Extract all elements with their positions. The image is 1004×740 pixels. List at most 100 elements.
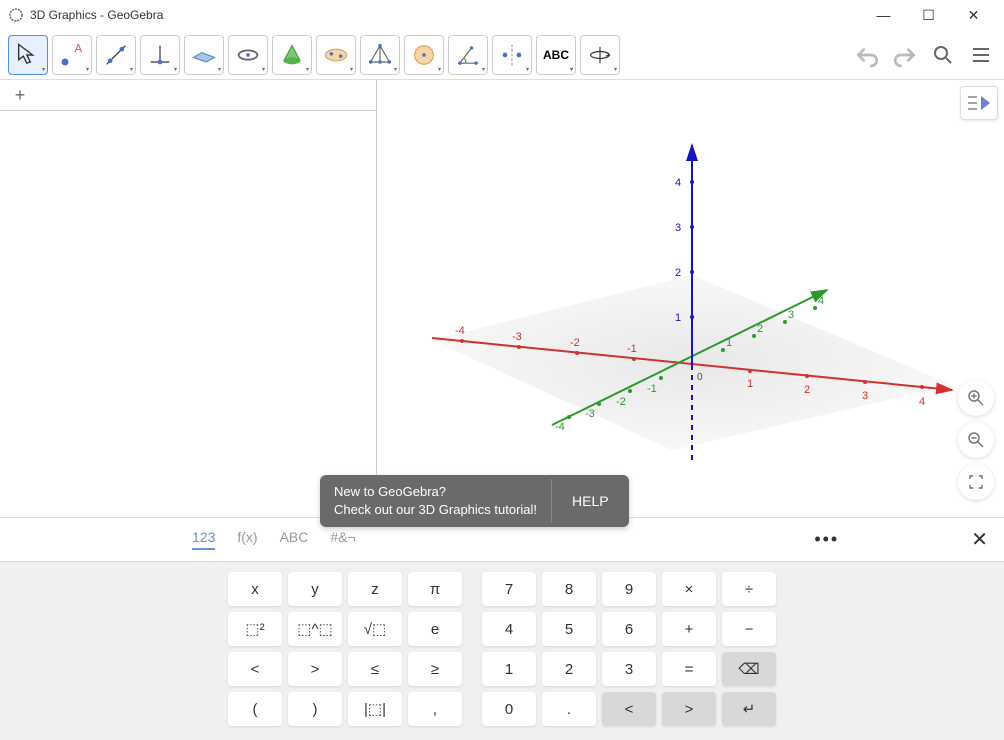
key-)[interactable]: )	[288, 692, 342, 726]
app-logo-icon	[8, 7, 24, 23]
key-2[interactable]: 2	[542, 652, 596, 686]
svg-text:-2: -2	[570, 337, 580, 349]
maximize-button[interactable]: ☐	[906, 0, 951, 30]
key-≤[interactable]: ≤	[348, 652, 402, 686]
key-6[interactable]: 6	[602, 612, 656, 646]
key-×[interactable]: ×	[662, 572, 716, 606]
algebra-view: +	[0, 80, 377, 517]
ellipsoid-tool[interactable]	[404, 35, 444, 75]
minimize-button[interactable]: —	[861, 0, 906, 30]
key-⌫[interactable]: ⌫	[722, 652, 776, 686]
reflect-tool[interactable]	[492, 35, 532, 75]
key-0[interactable]: 0	[482, 692, 536, 726]
key-z[interactable]: z	[348, 572, 402, 606]
zoom-out-button[interactable]	[958, 422, 994, 458]
pyramid-tool[interactable]	[360, 35, 400, 75]
close-button[interactable]: ✕	[951, 0, 996, 30]
tutorial-banner: New to GeoGebra? Check out our 3D Graphi…	[320, 475, 629, 527]
input-tab-123[interactable]: 123	[192, 529, 215, 550]
svg-text:3: 3	[862, 390, 868, 402]
key-y[interactable]: y	[288, 572, 342, 606]
svg-text:2: 2	[675, 267, 681, 279]
3d-graph[interactable]: -4 -3 -2 -1 1 2 3 4 -4 -3 -2 -1 1 2 3 4 1 2 3 4 0	[377, 80, 1004, 517]
svg-text:-1: -1	[647, 383, 657, 395]
key-8[interactable]: 8	[542, 572, 596, 606]
svg-text:-2: -2	[616, 396, 626, 408]
key-=[interactable]: =	[662, 652, 716, 686]
move-tool[interactable]	[8, 35, 48, 75]
line-tool[interactable]	[96, 35, 136, 75]
svg-text:4: 4	[818, 295, 824, 307]
key-e[interactable]: e	[408, 612, 462, 646]
input-tab-abc[interactable]: ABC	[280, 529, 309, 550]
search-button[interactable]	[928, 40, 958, 70]
help-button[interactable]: HELP	[551, 479, 629, 523]
svg-text:-3: -3	[585, 408, 595, 420]
key-,[interactable]: ,	[408, 692, 462, 726]
toolbar: A ABC	[0, 30, 1004, 80]
key-π[interactable]: π	[408, 572, 462, 606]
menu-button[interactable]	[966, 40, 996, 70]
svg-text:1: 1	[675, 312, 681, 324]
key-3[interactable]: 3	[602, 652, 656, 686]
tutorial-line2: Check out our 3D Graphics tutorial!	[334, 501, 537, 519]
redo-button[interactable]	[890, 40, 920, 70]
key-↵[interactable]: ↵	[722, 692, 776, 726]
key-−[interactable]: −	[722, 612, 776, 646]
key-.[interactable]: .	[542, 692, 596, 726]
sphere-tool[interactable]	[316, 35, 356, 75]
svg-text:1: 1	[747, 378, 753, 390]
svg-text:4: 4	[675, 177, 681, 189]
key-1[interactable]: 1	[482, 652, 536, 686]
close-keyboard-button[interactable]: ✕	[971, 527, 988, 552]
svg-text:3: 3	[788, 309, 794, 321]
key-√⬚[interactable]: √⬚	[348, 612, 402, 646]
fullscreen-button[interactable]	[958, 464, 994, 500]
key-≥[interactable]: ≥	[408, 652, 462, 686]
svg-text:4: 4	[919, 396, 925, 408]
svg-text:-4: -4	[455, 325, 465, 337]
virtual-keyboard: xyzπ789×÷ ⬚²⬚^⬚√⬚e456+− <>≤≥123=⌫ ()|⬚|,…	[0, 561, 1004, 740]
perp-tool[interactable]	[140, 35, 180, 75]
undo-button[interactable]	[852, 40, 882, 70]
key-+[interactable]: +	[662, 612, 716, 646]
svg-text:-1: -1	[627, 343, 637, 355]
svg-text:2: 2	[757, 323, 763, 335]
key-5[interactable]: 5	[542, 612, 596, 646]
point-tool[interactable]: A	[52, 35, 92, 75]
more-button[interactable]: •••	[814, 529, 839, 550]
key-<[interactable]: <	[602, 692, 656, 726]
svg-text:0: 0	[697, 372, 703, 383]
cone-tool[interactable]	[272, 35, 312, 75]
key-4[interactable]: 4	[482, 612, 536, 646]
angle-tool[interactable]	[448, 35, 488, 75]
key-⬚^⬚[interactable]: ⬚^⬚	[288, 612, 342, 646]
svg-text:-3: -3	[512, 331, 522, 343]
graphics-3d-view[interactable]: -4 -3 -2 -1 1 2 3 4 -4 -3 -2 -1 1 2 3 4 1 2 3 4 0	[377, 80, 1004, 517]
svg-text:3: 3	[675, 222, 681, 234]
key-⬚²[interactable]: ⬚²	[228, 612, 282, 646]
key-<[interactable]: <	[228, 652, 282, 686]
text-tool[interactable]: ABC	[536, 35, 576, 75]
key-÷[interactable]: ÷	[722, 572, 776, 606]
panel-toggle-button[interactable]	[960, 86, 998, 120]
window-title: 3D Graphics - GeoGebra	[30, 8, 861, 22]
plane-tool[interactable]	[184, 35, 224, 75]
zoom-in-button[interactable]	[958, 380, 994, 416]
key-([interactable]: (	[228, 692, 282, 726]
svg-text:2: 2	[804, 384, 810, 396]
key->[interactable]: >	[662, 692, 716, 726]
svg-text:A: A	[74, 42, 82, 55]
input-tab-special[interactable]: #&¬	[330, 529, 355, 550]
svg-text:1: 1	[726, 337, 732, 349]
key->[interactable]: >	[288, 652, 342, 686]
rotate-view-tool[interactable]	[580, 35, 620, 75]
input-tab-fx[interactable]: f(x)	[237, 529, 257, 550]
key-9[interactable]: 9	[602, 572, 656, 606]
add-tab-button[interactable]: +	[0, 80, 40, 110]
svg-text:-4: -4	[555, 421, 565, 433]
circle-tool[interactable]	[228, 35, 268, 75]
key-|⬚|[interactable]: |⬚|	[348, 692, 402, 726]
key-x[interactable]: x	[228, 572, 282, 606]
key-7[interactable]: 7	[482, 572, 536, 606]
